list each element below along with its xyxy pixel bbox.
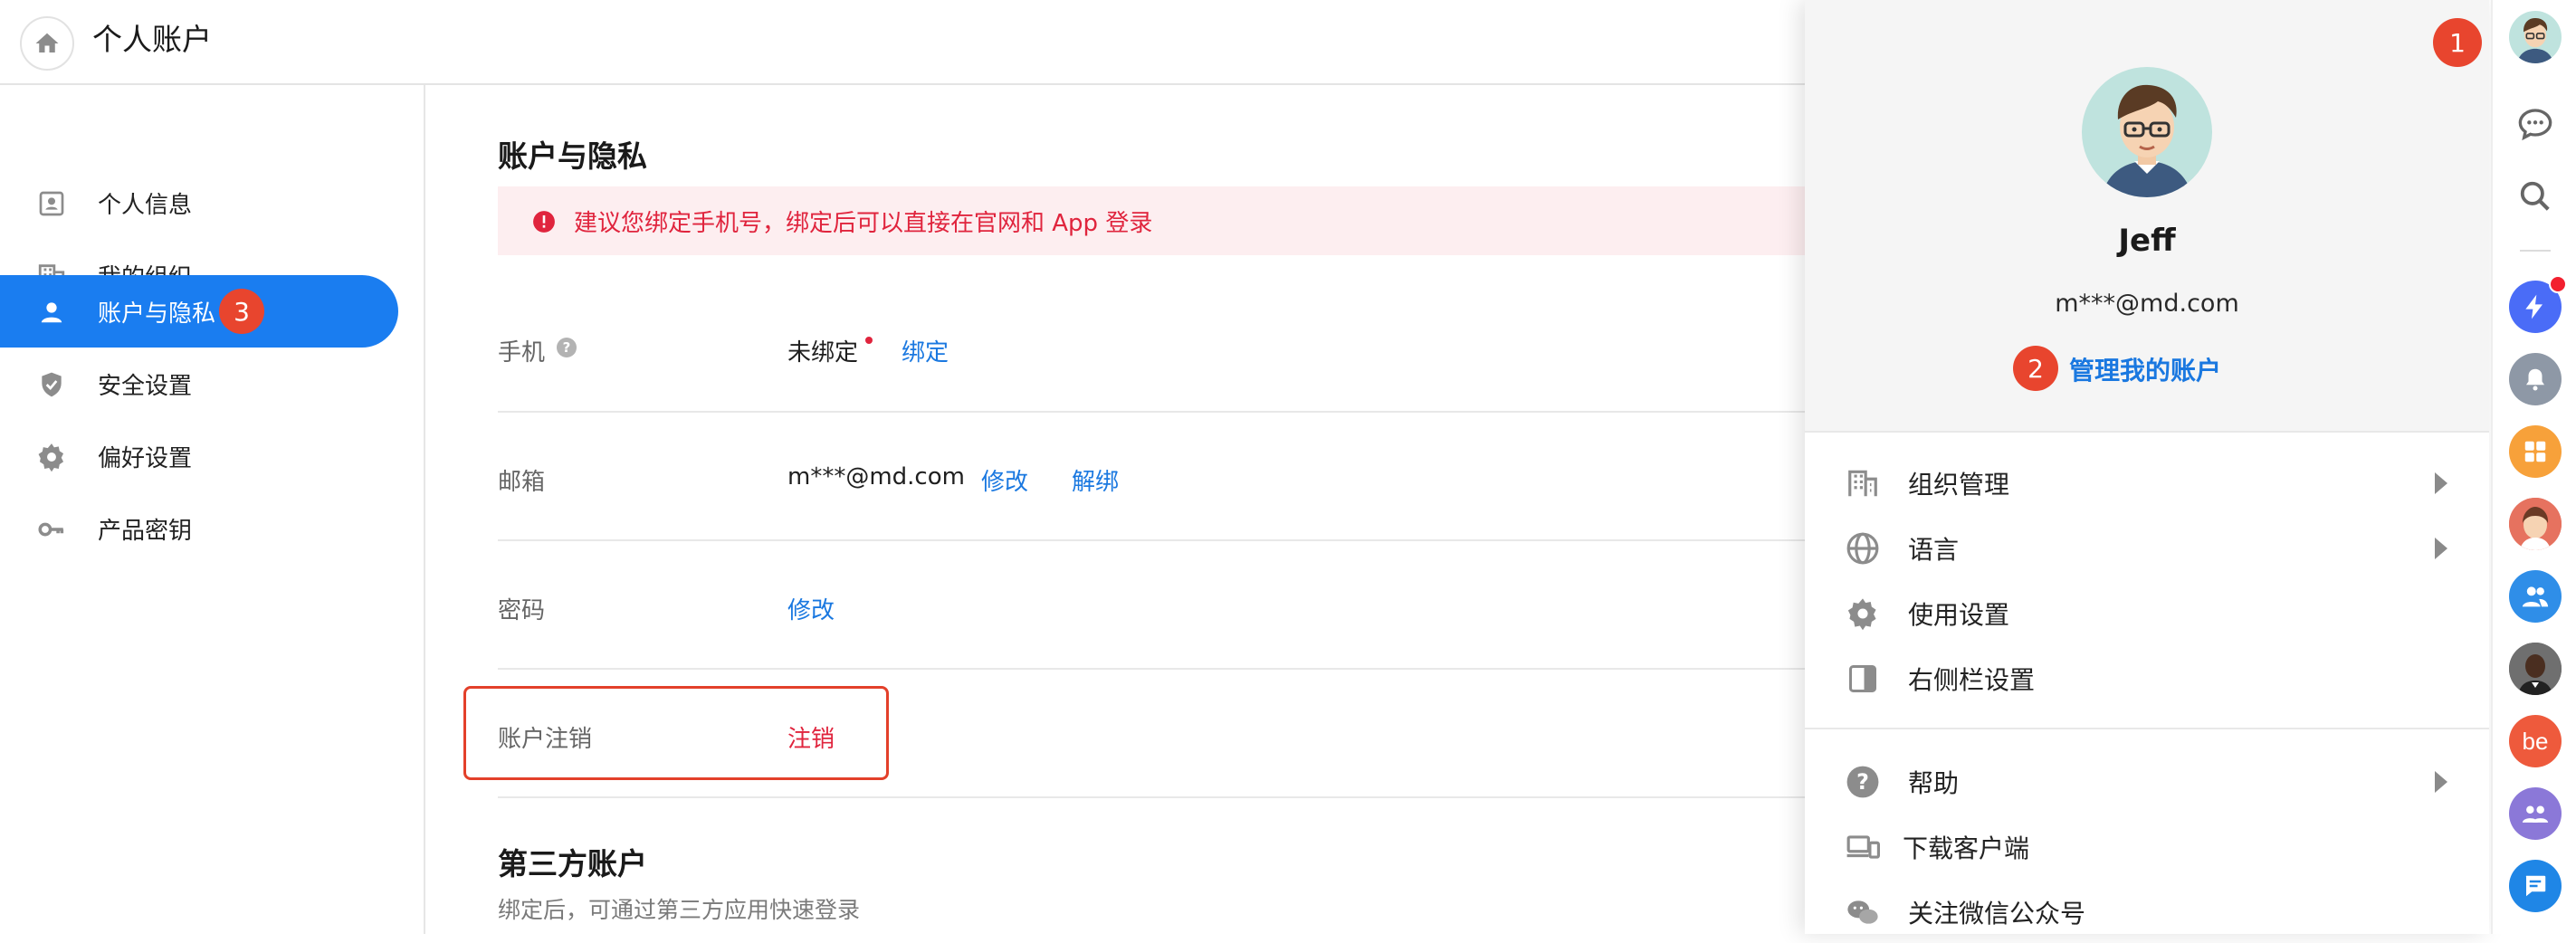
svg-text:?: ?	[563, 339, 571, 356]
manage-account-link[interactable]: 管理我的账户	[2069, 351, 2221, 387]
phone-label: 手机	[498, 339, 546, 367]
bell-icon[interactable]	[2509, 353, 2562, 405]
account-dropdown-panel: Jeff m***@md.com 2 管理我的账户 组织管理 语言 使用设置 右…	[1805, 0, 2489, 934]
menu-item-language[interactable]: 语言	[1805, 514, 2489, 579]
menu-item-label: 关注微信公众号	[1908, 899, 2086, 929]
help-circle-icon[interactable]: ?	[556, 337, 577, 358]
id-card-icon	[36, 188, 67, 219]
search-icon[interactable]	[2509, 170, 2562, 223]
delete-account-label: 账户注销	[498, 726, 593, 753]
menu-item-label: 帮助	[1908, 768, 1960, 798]
contact-avatar-2[interactable]	[2509, 643, 2562, 695]
menu-divider	[1805, 728, 2489, 729]
user-avatar-button[interactable]	[2509, 11, 2562, 63]
be-app-label: be	[2522, 727, 2549, 755]
shield-icon	[36, 369, 67, 400]
menu-item-org-management[interactable]: 组织管理	[1805, 449, 2489, 514]
sidebar-item-label: 账户与隐私	[98, 300, 216, 328]
wechat-icon	[1845, 894, 1881, 930]
edit-password-link[interactable]: 修改	[787, 592, 835, 625]
sidebar-panel-icon	[1845, 661, 1881, 697]
sidebar: 个人信息 我的组织 账户与隐私 3 安全设置 偏好设置 产品密钥	[0, 85, 425, 934]
group-contacts-icon[interactable]	[2509, 570, 2562, 623]
menu-item-label: 右侧栏设置	[1908, 665, 2036, 695]
chevron-right-icon	[2435, 771, 2447, 793]
user-email: m***@md.com	[2055, 290, 2239, 318]
be-app-icon[interactable]: be	[2509, 715, 2562, 767]
sidebar-item-profile[interactable]: 个人信息	[0, 167, 398, 239]
delete-account-link[interactable]: 注销	[787, 720, 835, 754]
menu-item-help[interactable]: ? 帮助	[1805, 748, 2489, 813]
row-divider	[498, 796, 1819, 798]
third-party-subtitle: 绑定后，可通过第三方应用快速登录	[498, 897, 861, 923]
contact-avatar-1[interactable]	[2509, 498, 2562, 550]
sidebar-item-label: 偏好设置	[98, 444, 193, 472]
building-icon	[1845, 465, 1881, 501]
edit-email-link[interactable]: 修改	[981, 463, 1028, 497]
devices-icon	[1845, 829, 1881, 865]
message-icon[interactable]	[2509, 860, 2562, 912]
menu-item-label: 语言	[1908, 535, 1960, 565]
avatar	[2082, 67, 2212, 197]
sidebar-item-account-privacy[interactable]: 账户与隐私 3	[0, 275, 398, 348]
step-badge-3: 3	[219, 289, 264, 334]
sidebar-item-security[interactable]: 安全设置	[0, 348, 398, 420]
sidebar-item-product-key[interactable]: 产品密钥	[0, 492, 398, 565]
email-label: 邮箱	[498, 469, 546, 496]
step-badge-1: 1	[2433, 18, 2482, 67]
gear-icon	[1845, 595, 1881, 632]
menu-item-label: 下载客户端	[1903, 833, 2030, 863]
unbind-email-link[interactable]: 解绑	[1072, 463, 1119, 497]
home-button[interactable]	[20, 16, 74, 71]
password-label: 密码	[498, 597, 546, 624]
menu-item-right-sidebar-settings[interactable]: 右侧栏设置	[1805, 644, 2489, 710]
key-icon	[36, 514, 67, 545]
chevron-right-icon	[2435, 472, 2447, 494]
globe-icon	[1845, 530, 1881, 567]
row-divider	[498, 411, 1819, 413]
user-name: Jeff	[2118, 223, 2176, 259]
team-icon[interactable]	[2509, 787, 2562, 840]
menu-item-usage-settings[interactable]: 使用设置	[1805, 579, 2489, 644]
page-title: 个人账户	[92, 22, 212, 57]
menu-item-wechat[interactable]: 关注微信公众号	[1805, 878, 2489, 943]
chat-bubble-icon[interactable]	[2509, 98, 2562, 150]
menu-item-label: 使用设置	[1908, 600, 2010, 630]
menu-item-label: 组织管理	[1908, 470, 2010, 500]
error-icon	[532, 210, 556, 233]
user-icon	[36, 297, 67, 328]
help-icon: ?	[1845, 764, 1881, 800]
section-title: 账户与隐私	[498, 138, 647, 174]
warning-text: 建议您绑定手机号，绑定后可以直接在官网和 App 登录	[574, 210, 1153, 237]
email-value: m***@md.com	[787, 463, 965, 491]
row-divider	[498, 539, 1819, 541]
sidebar-item-label: 产品密钥	[98, 517, 193, 545]
rail-divider	[2520, 250, 2551, 252]
row-divider	[498, 668, 1819, 670]
apps-grid-icon[interactable]	[2509, 425, 2562, 478]
sidebar-item-label: 个人信息	[98, 191, 193, 219]
chevron-right-icon	[2435, 538, 2447, 559]
required-dot	[865, 337, 873, 344]
right-rail: be	[2491, 0, 2576, 934]
home-icon	[33, 30, 61, 57]
svg-text:?: ?	[1856, 769, 1869, 795]
step-badge-2: 2	[2013, 346, 2058, 391]
gear-icon	[36, 442, 67, 472]
sidebar-item-preferences[interactable]: 偏好设置	[0, 420, 398, 492]
notification-dot	[2549, 275, 2567, 293]
top-header	[0, 0, 1810, 85]
menu-item-download-client[interactable]: 下载客户端	[1805, 813, 2489, 878]
bind-phone-link[interactable]: 绑定	[902, 334, 949, 367]
sidebar-item-label: 安全设置	[98, 372, 193, 400]
third-party-title: 第三方账户	[498, 846, 647, 881]
phone-status: 未绑定	[787, 339, 859, 367]
